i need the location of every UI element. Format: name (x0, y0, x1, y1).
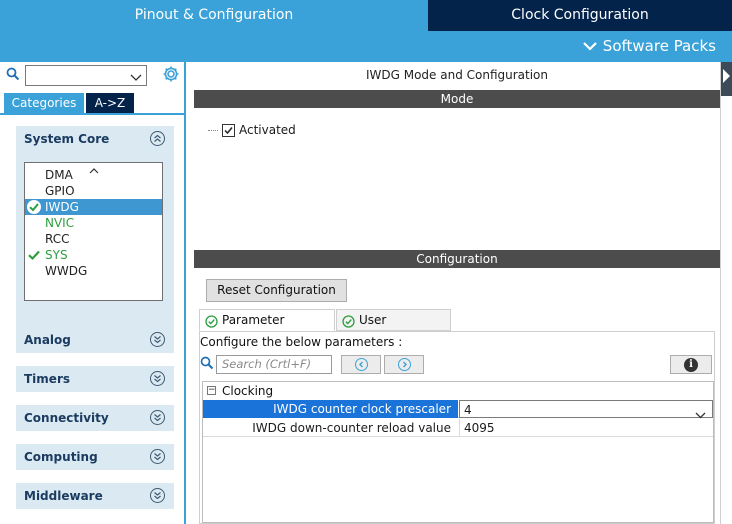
list-item-gpio[interactable]: GPIO (25, 183, 162, 199)
tree-connector (208, 130, 218, 131)
group-label: Clocking (222, 384, 274, 398)
param-value: 4 (464, 403, 472, 417)
top-bar: Pinout & Configuration Clock Configurati… (0, 0, 732, 62)
software-packs-menu[interactable]: Software Packs (583, 31, 716, 62)
section-label: Timers (24, 372, 71, 386)
info-button[interactable]: i (670, 355, 712, 374)
system-core-list: DMA GPIO IWDG NVIC RCC SYS WWDG (24, 162, 163, 301)
tab-a-to-z[interactable]: A->Z (86, 93, 134, 113)
section-system-core[interactable]: System Core (16, 126, 174, 152)
expand-icon[interactable] (150, 371, 165, 386)
table-row[interactable]: IWDG counter clock prescaler 4 (203, 400, 713, 419)
list-item-label: IWDG (45, 200, 79, 214)
reset-configuration-button[interactable]: Reset Configuration (206, 279, 347, 302)
table-row[interactable]: IWDG down-counter reload value 4095 (203, 419, 713, 437)
section-label: Analog (24, 333, 71, 347)
list-item-iwdg[interactable]: IWDG (25, 199, 162, 215)
list-item-nvic[interactable]: NVIC (25, 215, 162, 231)
section-label: Middleware (24, 489, 103, 503)
search-previous-button[interactable] (341, 355, 381, 374)
tab-categories[interactable]: Categories (4, 93, 84, 113)
list-item-wwdg[interactable]: WWDG (25, 263, 162, 279)
chevron-right-icon (398, 358, 411, 371)
tab-clock-configuration[interactable]: Clock Configuration (428, 0, 732, 31)
parameter-search-input[interactable]: Search (Crtl+F) (216, 355, 332, 374)
parameter-tree: − Clocking IWDG counter clock prescaler … (202, 381, 714, 523)
divider (0, 113, 184, 115)
chevron-right-icon (723, 69, 730, 83)
list-item-dma[interactable]: DMA (25, 167, 162, 183)
group-clocking[interactable]: − Clocking (203, 382, 713, 400)
section-connectivity[interactable]: Connectivity (16, 405, 174, 431)
tab-parameter-settings[interactable]: Parameter Settings (199, 309, 335, 347)
page-title: IWDG Mode and Configuration (194, 62, 720, 88)
info-icon: i (684, 358, 698, 372)
chevron-left-icon (355, 358, 368, 371)
list-item-label: SYS (45, 248, 68, 262)
panel-toggle[interactable] (721, 62, 732, 96)
chevron-down-icon (583, 31, 597, 62)
expand-icon[interactable] (150, 332, 165, 347)
param-value[interactable]: 4095 (459, 419, 713, 437)
activated-checkbox[interactable] (222, 124, 235, 137)
mode-header: Mode (194, 90, 720, 108)
parameter-settings-panel: Configure the below parameters : Search … (199, 331, 715, 524)
expand-icon[interactable] (150, 410, 165, 425)
chevron-down-icon[interactable] (130, 71, 142, 85)
section-label: System Core (24, 132, 110, 146)
search-next-button[interactable] (384, 355, 424, 374)
search-icon (6, 67, 20, 84)
collapse-icon[interactable]: − (207, 386, 216, 395)
mode-config-panel: IWDG Mode and Configuration Mode Activat… (194, 62, 720, 524)
collapse-icon[interactable] (150, 131, 165, 146)
activated-label: Activated (239, 123, 296, 137)
gear-icon[interactable] (162, 65, 180, 86)
section-analog[interactable]: Analog (16, 327, 174, 353)
param-value-select[interactable]: 4 (459, 400, 713, 419)
expand-icon[interactable] (150, 488, 165, 503)
tab-user-constants[interactable]: User Constants (336, 309, 451, 347)
configuration-body: Reset Configuration Parameter Settings U… (194, 268, 720, 524)
list-item-rcc[interactable]: RCC (25, 231, 162, 247)
section-label: Computing (24, 450, 98, 464)
param-name: IWDG down-counter reload value (252, 421, 451, 435)
sidebar-search-row (0, 62, 184, 90)
configure-label: Configure the below parameters : (200, 335, 403, 349)
param-name: IWDG counter clock prescaler (203, 400, 458, 418)
activated-option[interactable]: Activated (208, 122, 296, 138)
section-timers[interactable]: Timers (16, 366, 174, 392)
configuration-header: Configuration (194, 250, 720, 268)
section-middleware[interactable]: Middleware (16, 483, 174, 509)
section-label: Connectivity (24, 411, 109, 425)
right-collapse-bar[interactable] (720, 62, 732, 524)
search-icon (200, 356, 214, 373)
section-computing[interactable]: Computing (16, 444, 174, 470)
expand-icon[interactable] (150, 449, 165, 464)
sidebar-search-combo[interactable] (25, 65, 147, 86)
list-item-sys[interactable]: SYS (25, 247, 162, 263)
software-packs-label: Software Packs (602, 37, 716, 55)
tab-pinout-configuration[interactable]: Pinout & Configuration (0, 0, 428, 31)
